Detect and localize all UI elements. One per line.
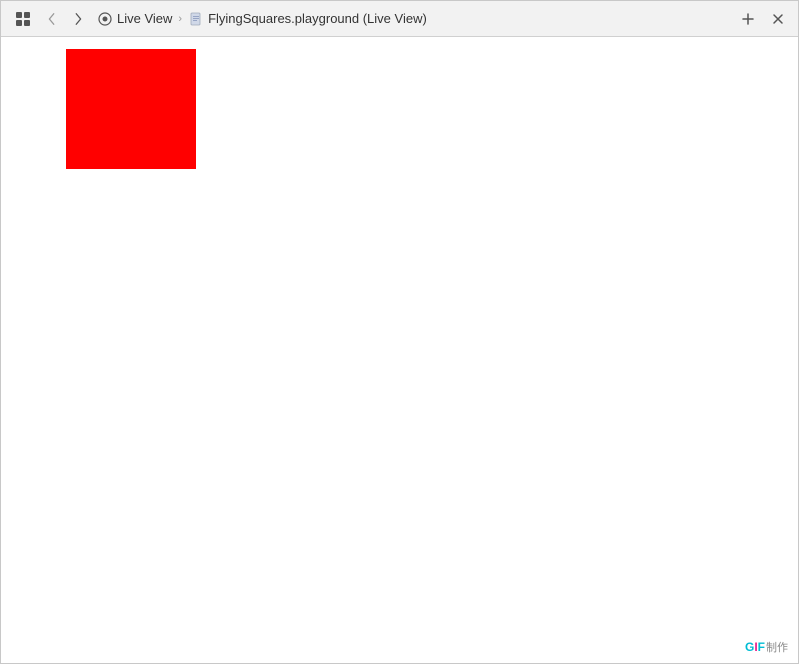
live-view-label: Live View bbox=[117, 11, 172, 26]
toolbar: Live View › FlyingSquares.playground (Li… bbox=[1, 1, 798, 37]
back-button[interactable] bbox=[41, 7, 63, 31]
live-view-icon bbox=[97, 11, 113, 27]
breadcrumb-file[interactable]: FlyingSquares.playground (Live View) bbox=[188, 11, 427, 27]
close-tab-button[interactable] bbox=[766, 7, 790, 31]
watermark-gif-label: GIF bbox=[745, 640, 765, 654]
file-label: FlyingSquares.playground (Live View) bbox=[208, 11, 427, 26]
breadcrumb-separator: › bbox=[178, 13, 182, 25]
playground-file-icon bbox=[188, 11, 204, 27]
watermark: GIF 制作 bbox=[745, 639, 788, 655]
toolbar-actions bbox=[736, 7, 790, 31]
breadcrumb: Live View › FlyingSquares.playground (Li… bbox=[97, 11, 427, 27]
red-square bbox=[66, 49, 196, 169]
add-tab-button[interactable] bbox=[736, 7, 760, 31]
breadcrumb-live-view[interactable]: Live View bbox=[97, 11, 172, 27]
window: Live View › FlyingSquares.playground (Li… bbox=[0, 0, 799, 664]
content-area: GIF 制作 bbox=[1, 37, 798, 663]
grid-button[interactable] bbox=[9, 7, 37, 31]
watermark-make-label: 制作 bbox=[766, 639, 788, 655]
forward-button[interactable] bbox=[67, 7, 89, 31]
